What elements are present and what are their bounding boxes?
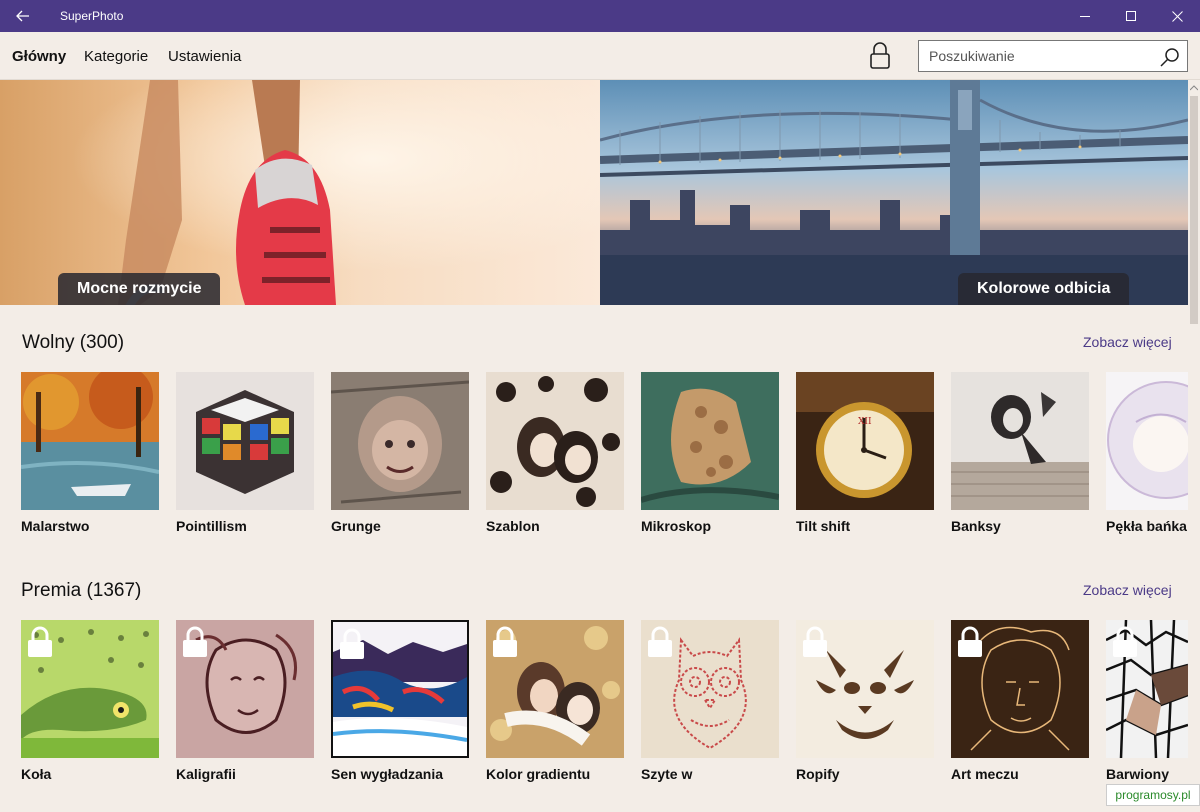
painting-thumbnail [21,372,159,510]
banksy-thumbnail [951,372,1089,510]
tile-label: Barwiony [1106,766,1170,782]
tile-label: Pękła bańka [1106,518,1187,534]
runner-image [0,80,600,305]
scroll-thumb[interactable] [1190,96,1198,324]
grunge-thumbnail [331,372,469,510]
search-box[interactable] [918,40,1188,72]
free-tile-banksy[interactable] [951,372,1089,510]
tile-label: Sen wygładzania [331,766,444,782]
minimize-button[interactable] [1062,0,1108,32]
tile-label: Szablon [486,518,540,534]
lock-icon [340,628,364,659]
premium-section-title: Premia (1367) [21,580,142,601]
lock-icon [1113,626,1137,657]
premium-tile-ropify[interactable] [796,620,934,758]
premium-tile-stitched[interactable] [641,620,779,758]
window-title: SuperPhoto [60,9,124,23]
pointillism-thumbnail [176,372,314,510]
free-tile-microscope[interactable] [641,372,779,510]
lock-icon [183,626,207,657]
free-tile-stencil[interactable] [486,372,624,510]
bridge-image [600,80,1188,305]
free-see-more-link[interactable]: Zobacz więcej [1083,334,1172,350]
svg-text:XII: XII [858,417,872,427]
nav-tab-main[interactable]: Główny [12,48,66,65]
nav-tab-categories[interactable]: Kategorie [84,48,148,65]
premium-tile-match-art[interactable] [951,620,1089,758]
free-tile-pointillism[interactable] [176,372,314,510]
free-tile-grunge[interactable] [331,372,469,510]
nav-tab-settings[interactable]: Ustawienia [168,48,241,65]
search-icon[interactable] [1159,46,1181,68]
free-tile-painting[interactable] [21,372,159,510]
premium-tile-dream-smoothing[interactable] [331,620,469,758]
tile-label: Pointillism [176,518,247,534]
minimize-icon [1079,15,1090,17]
tile-label: Kolor gradientu [486,766,591,782]
back-arrow-icon [16,10,29,22]
premium-tile-color-gradient[interactable] [486,620,624,758]
broken-bubble-thumbnail [1106,372,1188,510]
lock-icon [958,626,982,657]
search-input[interactable] [929,46,1149,66]
lock-icon [28,626,52,657]
tile-label: Tilt shift [796,518,851,534]
title-bar: SuperPhoto [0,0,1200,32]
tile-label: Mikroskop [641,518,712,534]
premium-tile-circles[interactable] [21,620,159,758]
hero-banner-strong-blur[interactable]: Mocne rozmycie [0,80,600,305]
tile-label: Art meczu [951,766,1019,782]
tile-label: Banksy [951,518,1001,534]
back-button[interactable] [0,0,46,32]
watermark: programosy.pl [1106,784,1200,806]
close-icon [1171,10,1183,22]
maximize-button[interactable] [1108,0,1154,32]
premium-tile-stained[interactable] [1106,620,1188,758]
free-tile-broken-bubble[interactable] [1106,372,1188,510]
close-button[interactable] [1154,0,1200,32]
lock-icon [803,626,827,657]
tile-label: Szyte w [641,766,693,782]
tile-label: Kaligrafii [176,766,236,782]
unlock-icon[interactable] [868,42,892,70]
tile-label: Koła [21,766,52,782]
tile-label: Malarstwo [21,518,90,534]
premium-see-more-link[interactable]: Zobacz więcej [1083,582,1172,598]
free-tile-tilt-shift[interactable]: XII [796,372,934,510]
premium-tile-calligraphy[interactable] [176,620,314,758]
maximize-icon [1125,10,1136,21]
free-section-title: Wolny (300) [22,332,125,353]
hero-label-left: Mocne rozmycie [58,273,221,305]
tile-label: Grunge [331,518,381,534]
stencil-thumbnail [486,372,624,510]
tile-label: Ropify [796,766,840,782]
vertical-scrollbar[interactable] [1188,82,1200,812]
hero-banner-colorful-reflections[interactable]: Kolorowe odbicia [600,80,1188,305]
lock-icon [493,626,517,657]
microscope-thumbnail [641,372,779,510]
scroll-up-arrow-icon[interactable] [1188,82,1200,94]
hero-label-right: Kolorowe odbicia [958,273,1130,305]
lock-icon [648,626,672,657]
tilt-shift-thumbnail: XII [796,372,934,510]
